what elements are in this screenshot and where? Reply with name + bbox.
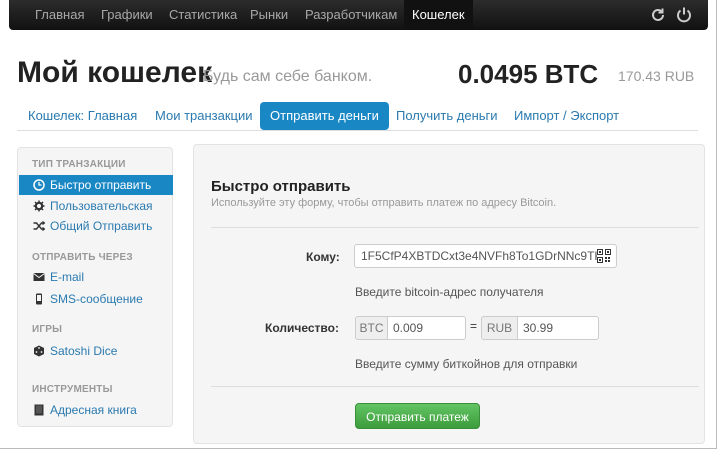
- sidebar-item-sms[interactable]: SMS-сообщение: [19, 289, 173, 309]
- nav-developers[interactable]: Разработчикам: [305, 0, 397, 30]
- rub-balance: 170.43 RUB: [618, 68, 695, 84]
- sidebar-item-label: SMS-сообщение: [50, 292, 143, 306]
- sidebar-item-label: Satoshi Dice: [50, 344, 118, 358]
- amount-label: Количество:: [265, 321, 339, 335]
- nav-wallet[interactable]: Кошелек: [404, 0, 473, 30]
- btc-balance: 0.0495 BTC: [458, 59, 599, 89]
- sidebar-item-label: Пользовательская: [50, 199, 153, 213]
- sidebar-heading-send-via: ОТПРАВИТЬ ЧЕРЕЗ: [32, 252, 133, 263]
- sidebar-item-email[interactable]: E-mail: [19, 267, 173, 287]
- sidebar-item-label: Общий Отправить: [50, 219, 153, 233]
- form-divider-top: [211, 227, 699, 228]
- sidebar-heading-games: ИГРЫ: [32, 324, 63, 335]
- sidebar-item-satoshi-dice[interactable]: Satoshi Dice: [19, 341, 173, 361]
- nav-markets[interactable]: Рынки: [250, 0, 288, 30]
- form-title: Быстро отправить: [211, 178, 351, 195]
- book-icon: [34, 404, 44, 416]
- sidebar-heading-tools: ИНСТРУМЕНТЫ: [32, 384, 113, 395]
- tab-import-export[interactable]: Импорт / Экспорт: [514, 102, 619, 130]
- form-description: Используйте эту форму, чтобы отправить п…: [211, 197, 557, 209]
- send-payment-button[interactable]: Отправить платеж: [355, 403, 480, 429]
- equals-sign: =: [470, 319, 478, 333]
- power-icon[interactable]: [675, 6, 693, 24]
- page-title: Мой кошелек: [17, 56, 213, 89]
- nav-charts[interactable]: Графики: [101, 0, 153, 30]
- tab-receive-money[interactable]: Получить деньги: [396, 102, 498, 130]
- btc-amount-input[interactable]: 0.009: [387, 316, 466, 340]
- sidebar-item-label: Быстро отправить: [50, 178, 152, 192]
- sidebar-item-shared-send[interactable]: Общий Отправить: [19, 216, 173, 236]
- phone-icon: [36, 293, 42, 305]
- btc-unit-addon: BTC: [355, 316, 388, 340]
- page-subtitle: Будь сам себе банком.: [203, 68, 373, 85]
- to-label: Кому:: [306, 250, 340, 264]
- rub-unit-addon: RUB: [481, 316, 518, 340]
- sidebar-item-label: E-mail: [50, 270, 85, 284]
- shuffle-icon: [33, 221, 45, 231]
- clock-icon: [33, 179, 45, 191]
- top-navbar: Главная Графики Статистика Рынки Разрабо…: [9, 0, 708, 30]
- sidebar: ТИП ТРАНЗАКЦИИ Быстро отправить Пользова…: [17, 147, 173, 427]
- qr-code-icon[interactable]: [597, 249, 611, 263]
- address-help-text: Введите bitcoin-адрес получателя: [355, 285, 544, 299]
- tab-wallet-home[interactable]: Кошелек: Главная: [28, 102, 137, 130]
- envelope-icon: [33, 273, 45, 281]
- gear-icon: [33, 200, 45, 212]
- sidebar-item-label: Адресная книга: [50, 403, 137, 417]
- sidebar-item-custom[interactable]: Пользовательская: [19, 196, 173, 216]
- nav-statistics[interactable]: Статистика: [169, 0, 237, 30]
- tab-send-money[interactable]: Отправить деньги: [260, 102, 389, 130]
- amount-help-text: Введите сумму биткойнов для отправки: [355, 357, 578, 371]
- wallet-tabs: Кошелек: Главная Мои транзакции Отправит…: [17, 102, 698, 130]
- sidebar-item-quick-send[interactable]: Быстро отправить: [19, 175, 173, 195]
- form-divider-bottom: [211, 386, 699, 387]
- rub-amount-input[interactable]: 30.99: [517, 316, 599, 340]
- tabs-divider: [17, 130, 698, 131]
- dice-icon: [34, 345, 44, 357]
- sidebar-item-address-book[interactable]: Адресная книга: [19, 400, 173, 420]
- tab-my-transactions[interactable]: Мои транзакции: [155, 102, 253, 130]
- refresh-icon[interactable]: [649, 6, 667, 24]
- recipient-address-input[interactable]: 1F5CfP4XBTDCxt3e4NVFh8To1GDrNNc9TK: [354, 244, 617, 268]
- sidebar-heading-transaction-type: ТИП ТРАНЗАКЦИИ: [32, 159, 126, 170]
- nav-home[interactable]: Главная: [35, 0, 84, 30]
